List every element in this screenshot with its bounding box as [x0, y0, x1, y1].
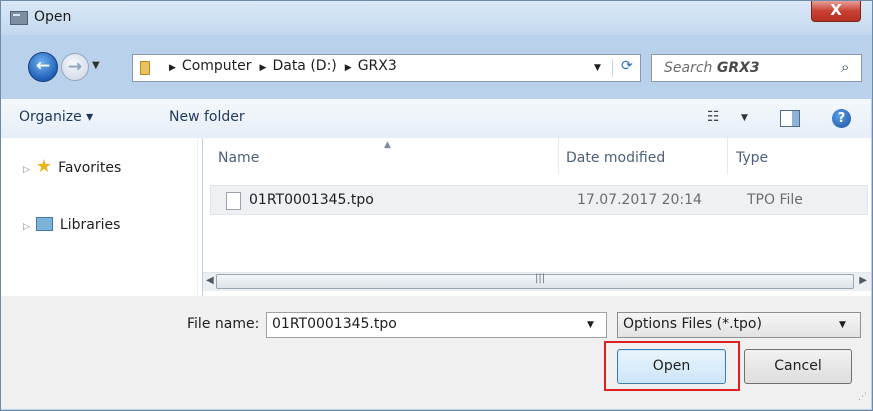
- column-divider[interactable]: [727, 138, 728, 174]
- new-folder-button[interactable]: New folder: [169, 109, 245, 125]
- address-bar[interactable]: ▶ Computer ▶ Data (D:) ▶ GRX3 ▼ ⟳: [132, 54, 641, 82]
- scroll-right-icon[interactable]: ▶: [859, 275, 867, 286]
- breadcrumb-data-drive[interactable]: Data (D:): [272, 58, 336, 74]
- forward-button[interactable]: →: [61, 53, 89, 81]
- sidebar-item-label: Libraries: [59, 217, 121, 233]
- dialog-title: Open: [34, 9, 72, 25]
- file-name-cell: 01RT0001345.tpo: [249, 192, 374, 208]
- pane-splitter[interactable]: [197, 138, 202, 296]
- forward-arrow-icon: →: [67, 57, 83, 77]
- title-bar[interactable]: Open X: [1, 1, 872, 35]
- breadcrumb-computer[interactable]: Computer: [182, 58, 252, 74]
- expand-icon[interactable]: ▷: [23, 165, 30, 175]
- column-divider[interactable]: [558, 138, 559, 174]
- file-name-field[interactable]: 01RT0001345.tpo ▼: [266, 312, 607, 338]
- dialog-app-icon: [10, 11, 28, 25]
- resize-grip-icon[interactable]: ⋰: [858, 392, 867, 402]
- table-row[interactable]: 01RT0001345.tpo 17.07.2017 20:14 TPO Fil…: [210, 185, 868, 215]
- search-icon[interactable]: ⌕: [841, 58, 849, 76]
- sidebar-item-libraries[interactable]: ▷ Libraries: [23, 217, 120, 233]
- grip-icon: |||: [535, 273, 546, 284]
- toolbar: Organize ▾ New folder ☷ ▼ ?: [1, 99, 871, 139]
- scroll-left-icon[interactable]: ◀: [206, 275, 214, 286]
- preview-pane-icon[interactable]: [780, 110, 800, 127]
- breadcrumb: ▶ Computer ▶ Data (D:) ▶ GRX3: [169, 58, 405, 74]
- search-input[interactable]: Search GRX3 ⌕: [651, 54, 862, 82]
- divider: [612, 59, 613, 77]
- column-header-type[interactable]: Type: [736, 150, 768, 166]
- back-arrow-icon: ←: [35, 56, 51, 76]
- sort-ascending-icon: ▲: [384, 140, 391, 150]
- file-name-label: File name:: [187, 316, 260, 332]
- file-type-value: Options Files (*.tpo): [623, 316, 762, 332]
- cancel-button[interactable]: Cancel: [744, 349, 852, 384]
- recent-locations-dropdown-icon[interactable]: ▼: [92, 60, 100, 71]
- file-type-dropdown-icon: ▼: [839, 320, 846, 330]
- breadcrumb-separator-icon[interactable]: ▶: [169, 63, 176, 73]
- date-modified-cell: 17.07.2017 20:14: [577, 192, 702, 208]
- help-icon[interactable]: ?: [832, 109, 851, 128]
- breadcrumb-separator-icon[interactable]: ▶: [345, 63, 352, 73]
- open-button-highlight: [604, 341, 740, 391]
- change-view-icon[interactable]: ☷: [707, 109, 720, 125]
- column-header-date-modified[interactable]: Date modified: [566, 150, 665, 166]
- search-placeholder: Search GRX3: [664, 60, 760, 76]
- close-button[interactable]: X: [811, 1, 861, 22]
- breadcrumb-separator-icon[interactable]: ▶: [260, 63, 267, 73]
- sidebar-item-label: Favorites: [58, 160, 122, 176]
- file-name-dropdown-icon[interactable]: ▼: [587, 320, 594, 330]
- scrollbar-thumb[interactable]: |||: [216, 273, 854, 289]
- column-header-name[interactable]: Name: [218, 150, 259, 166]
- expand-icon[interactable]: ▷: [23, 222, 30, 232]
- address-dropdown-icon[interactable]: ▼: [594, 63, 601, 73]
- view-options-dropdown-icon[interactable]: ▼: [741, 113, 748, 123]
- file-icon: [226, 192, 241, 210]
- type-cell: TPO File: [747, 192, 803, 208]
- breadcrumb-grx3[interactable]: GRX3: [358, 58, 397, 74]
- file-name-value: 01RT0001345.tpo: [272, 316, 397, 332]
- refresh-icon[interactable]: ⟳: [621, 58, 633, 74]
- file-type-select[interactable]: Options Files (*.tpo) ▼: [617, 312, 861, 338]
- sidebar-item-favorites[interactable]: ▷ ★ Favorites: [23, 156, 121, 177]
- star-icon: ★: [35, 156, 53, 177]
- libraries-icon: [35, 217, 53, 231]
- horizontal-scrollbar[interactable]: ◀ ||| ▶: [203, 272, 871, 291]
- navigation-pane: ▷ ★ Favorites ▷ Libraries: [1, 138, 197, 296]
- organize-button[interactable]: Organize ▾: [19, 109, 93, 125]
- folder-icon: [140, 61, 150, 75]
- close-icon: X: [830, 1, 842, 19]
- back-button[interactable]: ←: [28, 52, 58, 82]
